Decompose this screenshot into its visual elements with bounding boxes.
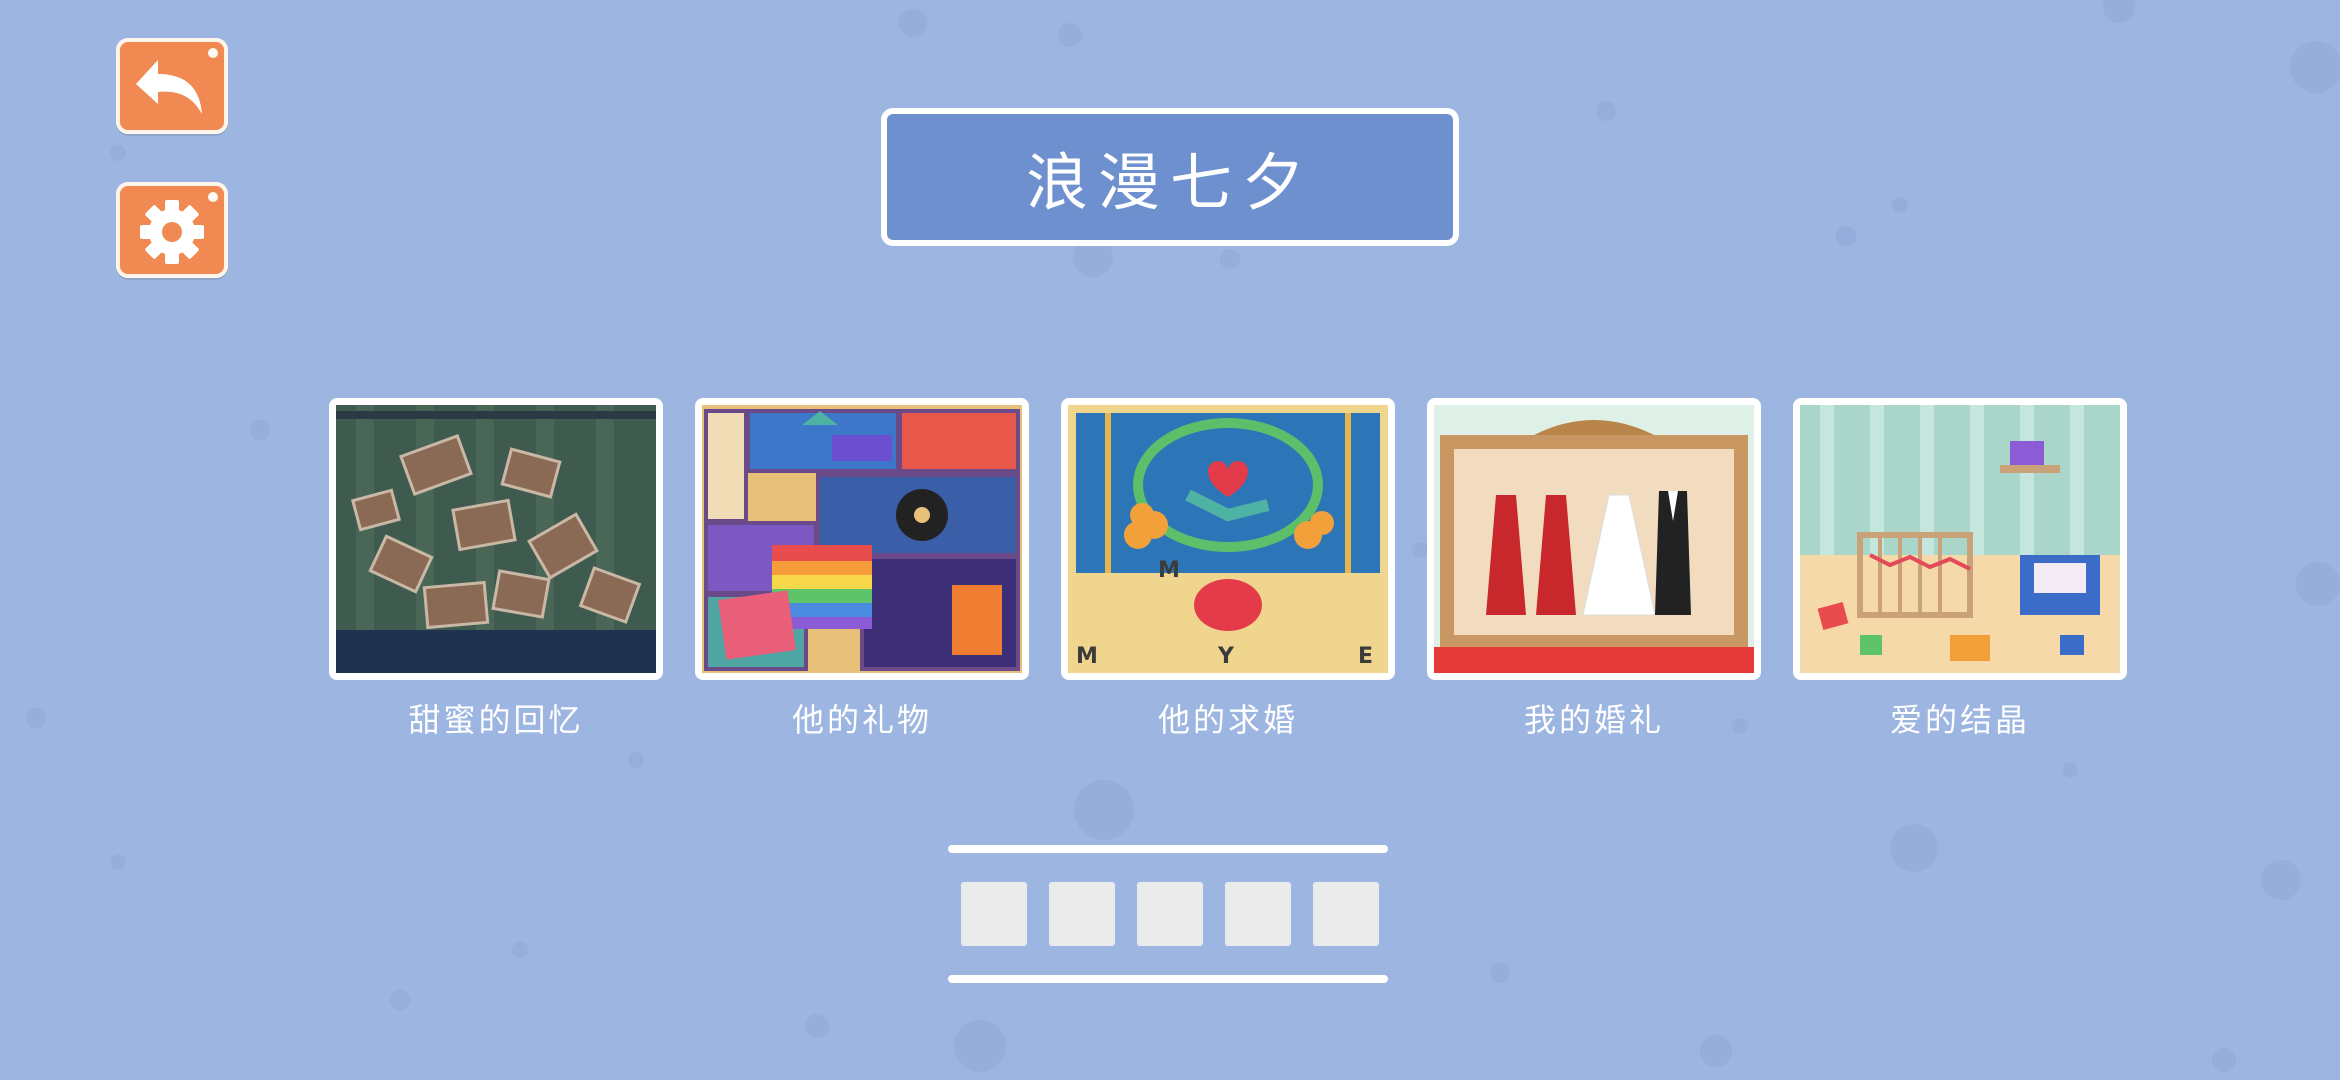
level-card-3[interactable]: M Y E M xyxy=(1061,398,1395,680)
level-card-5[interactable] xyxy=(1793,398,2127,680)
gift-boxes-scene xyxy=(702,405,1022,673)
proposal-stage-scene: M Y E M xyxy=(1068,405,1388,673)
pager-top-line xyxy=(948,845,1388,853)
page-title: 浪漫七夕 xyxy=(1025,146,1314,219)
level-label: 他的求婚 xyxy=(1157,701,1298,739)
level-label: 他的礼物 xyxy=(791,701,932,739)
page-indicator-3[interactable] xyxy=(1137,882,1203,946)
level-label: 爱的结晶 xyxy=(1889,701,2030,739)
page-indicator-1[interactable] xyxy=(961,882,1027,946)
shine-highlight xyxy=(208,192,218,202)
photo-wall-scene xyxy=(336,405,656,673)
svg-text:M: M xyxy=(1076,644,1098,669)
settings-button[interactable] xyxy=(116,182,228,278)
wedding-dresses-scene xyxy=(1434,405,1754,673)
page-indicator-2[interactable] xyxy=(1049,882,1115,946)
level-card-4[interactable] xyxy=(1427,398,1761,680)
title-banner: 浪漫七夕 xyxy=(881,108,1459,246)
level-card-1[interactable] xyxy=(329,398,663,680)
svg-text:M: M xyxy=(1158,558,1180,583)
svg-text:Y: Y xyxy=(1217,644,1235,669)
page-indicator-4[interactable] xyxy=(1225,882,1291,946)
svg-text:E: E xyxy=(1358,644,1373,669)
shine-highlight xyxy=(208,48,218,58)
nursery-room-scene xyxy=(1800,405,2120,673)
level-label: 我的婚礼 xyxy=(1523,701,1664,739)
page-indicator-5[interactable] xyxy=(1313,882,1379,946)
level-card-2[interactable] xyxy=(695,398,1029,680)
back-button[interactable] xyxy=(116,38,228,134)
level-label: 甜蜜的回忆 xyxy=(408,701,584,739)
pager-bottom-line xyxy=(948,975,1388,983)
